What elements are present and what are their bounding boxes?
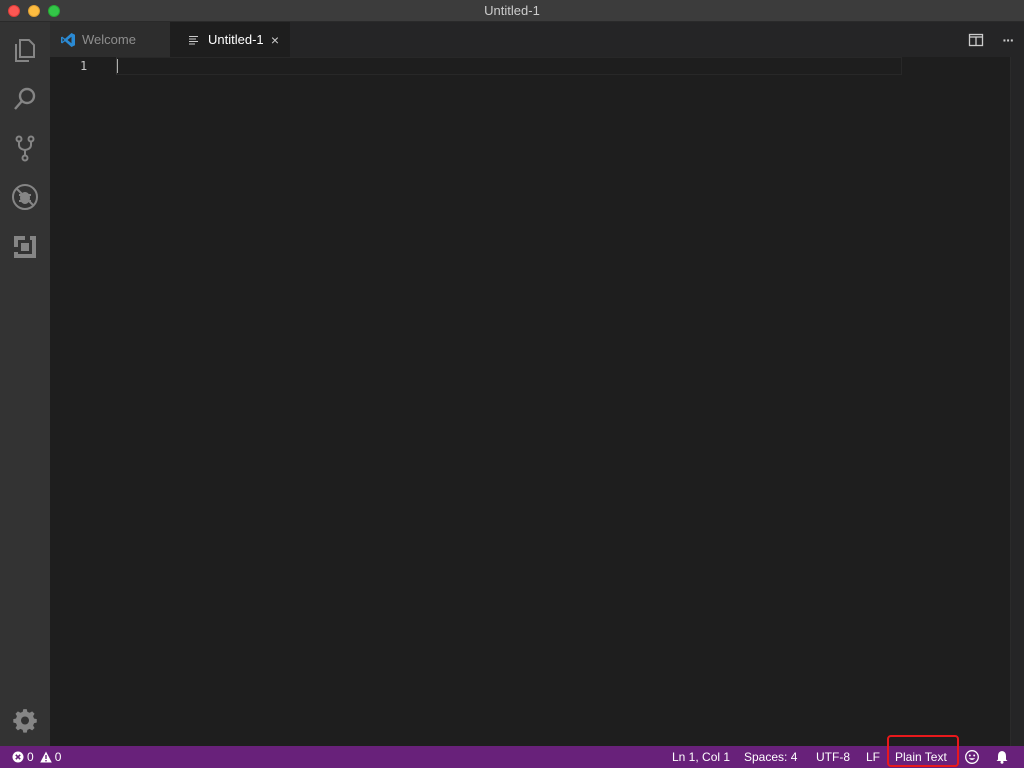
feedback-button[interactable]	[965, 746, 982, 768]
vscode-logo-icon	[60, 32, 76, 48]
title-bar: Untitled-1	[0, 0, 1024, 22]
source-control-icon	[15, 135, 35, 162]
problems-indicator[interactable]: 0 0	[12, 746, 61, 768]
close-tab-icon[interactable]: ×	[268, 32, 282, 48]
extensions-button[interactable]	[0, 222, 50, 272]
activity-bar	[0, 22, 50, 746]
editor-area[interactable]: 1	[50, 57, 1024, 746]
manage-button[interactable]	[0, 696, 50, 746]
error-count: 0	[27, 750, 34, 764]
tab-label: Welcome	[82, 32, 136, 47]
vertical-scrollbar[interactable]	[1010, 57, 1024, 746]
debug-button[interactable]	[0, 172, 50, 222]
more-actions-button[interactable]: ···	[992, 22, 1024, 57]
text-file-icon	[186, 32, 202, 48]
indentation-selector[interactable]: Spaces: 4	[744, 746, 797, 768]
text-cursor	[117, 59, 118, 73]
encoding-selector[interactable]: UTF-8	[816, 746, 850, 768]
bell-icon	[996, 751, 1008, 764]
status-bar: 0 0 Ln 1, Col 1 Spaces: 4 UTF-8 LF Plain…	[0, 746, 1024, 768]
more-actions-icon: ···	[1002, 31, 1015, 48]
search-icon	[14, 87, 36, 110]
explorer-button[interactable]	[0, 24, 50, 74]
split-editor-button[interactable]	[960, 22, 992, 57]
tab-untitled-1[interactable]: Untitled-1 ×	[170, 22, 290, 57]
window-title: Untitled-1	[484, 3, 540, 18]
tab-bar: Welcome Untitled-1 × ···	[50, 22, 1024, 57]
notifications-button[interactable]	[995, 746, 1012, 768]
debug-icon	[12, 184, 38, 210]
warning-count: 0	[54, 750, 62, 764]
minimap[interactable]	[902, 57, 1024, 746]
editor-actions: ···	[960, 22, 1024, 57]
line-ending-selector[interactable]: LF	[866, 746, 880, 768]
search-button[interactable]	[0, 74, 50, 124]
cursor-position[interactable]: Ln 1, Col 1	[672, 746, 730, 768]
gear-icon	[13, 709, 37, 733]
tab-welcome[interactable]: Welcome	[50, 22, 170, 57]
current-line-highlight	[116, 57, 902, 75]
files-icon	[15, 39, 35, 62]
source-control-button[interactable]	[0, 123, 50, 173]
split-editor-icon	[968, 33, 984, 46]
language-mode-selector[interactable]: Plain Text	[895, 746, 947, 768]
error-icon	[12, 751, 24, 763]
extensions-icon	[14, 236, 36, 258]
line-number: 1	[80, 59, 88, 73]
tab-label: Untitled-1	[208, 32, 264, 47]
warning-icon	[39, 751, 52, 763]
smiley-icon	[965, 750, 979, 764]
